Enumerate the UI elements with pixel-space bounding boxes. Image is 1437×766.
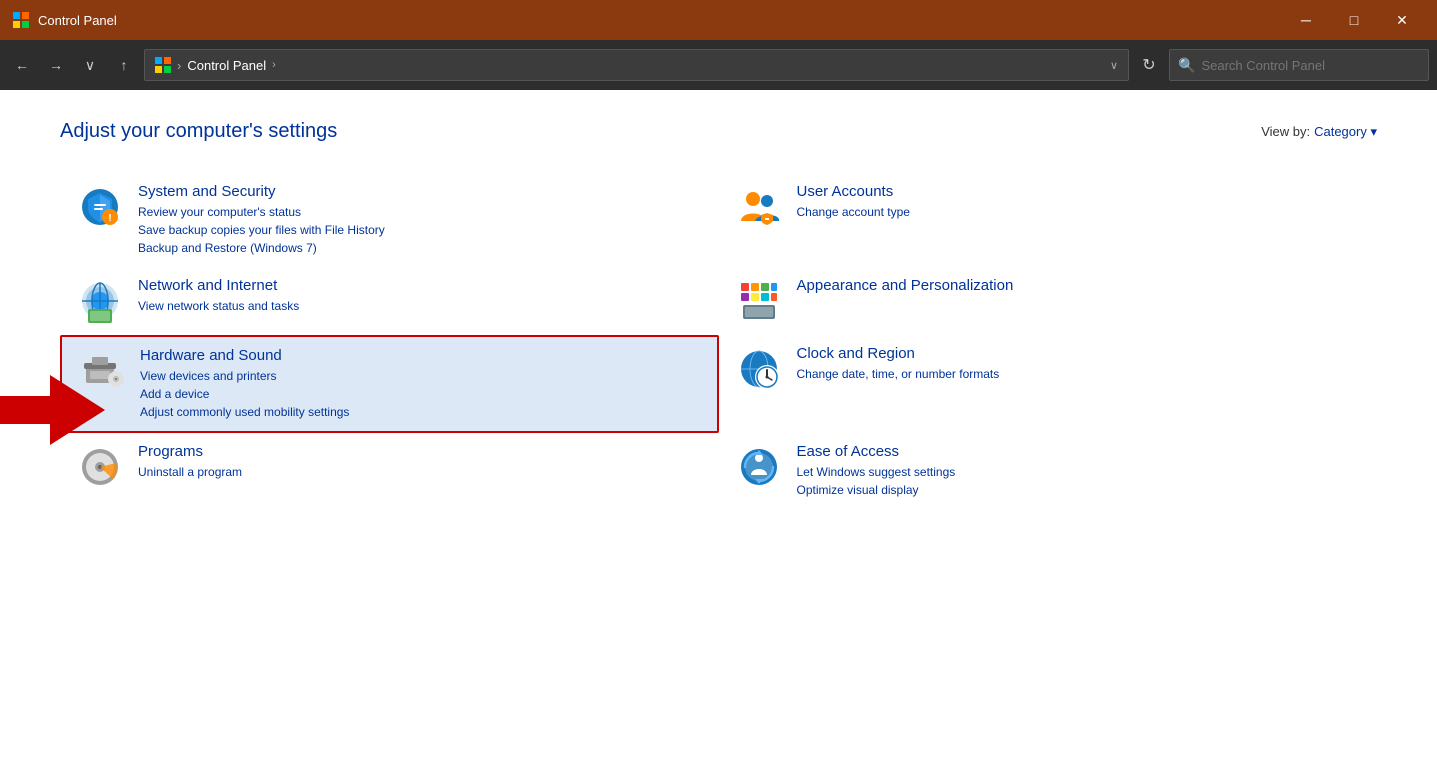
- arrow-head: [50, 375, 105, 445]
- user-accounts-icon: [735, 183, 783, 231]
- categories-grid: ! System and Security Review your comput…: [60, 173, 1377, 509]
- maximize-button[interactable]: □: [1331, 5, 1377, 35]
- viewby-dropdown[interactable]: Category ▾: [1314, 124, 1377, 140]
- close-button[interactable]: ✕: [1379, 5, 1425, 35]
- view-by-control: View by: Category ▾: [1261, 124, 1377, 140]
- recent-button[interactable]: ∨: [76, 51, 104, 79]
- user-accounts-link-1[interactable]: Change account type: [797, 203, 1362, 221]
- viewby-value: Category: [1314, 124, 1367, 139]
- ease-of-access-text: Ease of Access Let Windows suggest setti…: [797, 443, 1362, 499]
- category-system-security[interactable]: ! System and Security Review your comput…: [60, 173, 719, 267]
- breadcrumb-separator: ›: [177, 58, 181, 73]
- titlebar: Control Panel ─ □ ✕: [0, 0, 1437, 40]
- addressbar: ← → ∨ ↑ › Control Panel › ∨ ↻ 🔍: [0, 40, 1437, 90]
- main-content: Adjust your computer's settings View by:…: [0, 90, 1437, 766]
- breadcrumb-label: Control Panel: [187, 58, 266, 73]
- category-user-accounts[interactable]: User Accounts Change account type: [719, 173, 1378, 267]
- category-programs[interactable]: Programs Uninstall a program: [60, 433, 719, 509]
- hardware-sound-link-2[interactable]: Add a device: [140, 385, 701, 403]
- network-internet-icon: [76, 277, 124, 325]
- controlpanel-small-icon: [155, 57, 171, 73]
- clock-region-title[interactable]: Clock and Region: [797, 345, 1362, 362]
- viewby-label: View by:: [1261, 124, 1310, 139]
- window-controls: ─ □ ✕: [1283, 5, 1425, 35]
- programs-text: Programs Uninstall a program: [138, 443, 703, 481]
- ease-of-access-icon: [735, 443, 783, 491]
- viewby-chevron-icon: ▾: [1370, 124, 1377, 139]
- annotation-arrow: [0, 375, 105, 445]
- dropdown-chevron-icon[interactable]: ∨: [1110, 59, 1118, 72]
- hardware-sound-link-1[interactable]: View devices and printers: [140, 367, 701, 385]
- forward-button[interactable]: →: [42, 51, 70, 79]
- user-accounts-text: User Accounts Change account type: [797, 183, 1362, 221]
- hardware-sound-title[interactable]: Hardware and Sound: [140, 347, 701, 364]
- minimize-button[interactable]: ─: [1283, 5, 1329, 35]
- network-internet-text: Network and Internet View network status…: [138, 277, 703, 315]
- appearance-icon: [735, 277, 783, 325]
- hardware-sound-link-3[interactable]: Adjust commonly used mobility settings: [140, 403, 701, 421]
- appearance-title[interactable]: Appearance and Personalization: [797, 277, 1362, 294]
- system-security-link-3[interactable]: Backup and Restore (Windows 7): [138, 239, 703, 257]
- arrow-shaft: [0, 396, 50, 424]
- back-button[interactable]: ←: [8, 51, 36, 79]
- programs-icon: [76, 443, 124, 491]
- app-icon: [12, 11, 30, 29]
- breadcrumb-arrow: ›: [272, 59, 276, 71]
- user-accounts-title[interactable]: User Accounts: [797, 183, 1362, 200]
- up-button[interactable]: ↑: [110, 51, 138, 79]
- ease-of-access-link-1[interactable]: Let Windows suggest settings: [797, 463, 1362, 481]
- search-icon: 🔍: [1178, 57, 1195, 74]
- network-internet-title[interactable]: Network and Internet: [138, 277, 703, 294]
- clock-region-icon: [735, 345, 783, 393]
- appearance-text: Appearance and Personalization: [797, 277, 1362, 297]
- system-security-text: System and Security Review your computer…: [138, 183, 703, 257]
- ease-of-access-link-2[interactable]: Optimize visual display: [797, 481, 1362, 499]
- address-bar-box[interactable]: › Control Panel › ∨: [144, 49, 1129, 81]
- network-internet-link-1[interactable]: View network status and tasks: [138, 297, 703, 315]
- clock-region-link-1[interactable]: Change date, time, or number formats: [797, 365, 1362, 383]
- page-title: Adjust your computer's settings: [60, 120, 337, 143]
- programs-title[interactable]: Programs: [138, 443, 703, 460]
- category-network-internet[interactable]: Network and Internet View network status…: [60, 267, 719, 335]
- hardware-sound-text: Hardware and Sound View devices and prin…: [140, 347, 701, 421]
- clock-region-text: Clock and Region Change date, time, or n…: [797, 345, 1362, 383]
- app-title: Control Panel: [38, 13, 117, 28]
- page-header: Adjust your computer's settings View by:…: [60, 120, 1377, 143]
- refresh-button[interactable]: ↻: [1135, 51, 1163, 79]
- system-security-link-1[interactable]: Review your computer's status: [138, 203, 703, 221]
- category-ease-of-access[interactable]: Ease of Access Let Windows suggest setti…: [719, 433, 1378, 509]
- system-security-title[interactable]: System and Security: [138, 183, 703, 200]
- titlebar-left: Control Panel: [12, 11, 117, 29]
- ease-of-access-title[interactable]: Ease of Access: [797, 443, 1362, 460]
- search-input[interactable]: [1201, 58, 1420, 73]
- svg-text:!: !: [108, 213, 111, 224]
- category-appearance[interactable]: Appearance and Personalization: [719, 267, 1378, 335]
- system-security-icon: !: [76, 183, 124, 231]
- programs-link-1[interactable]: Uninstall a program: [138, 463, 703, 481]
- system-security-link-2[interactable]: Save backup copies your files with File …: [138, 221, 703, 239]
- category-hardware-sound[interactable]: Hardware and Sound View devices and prin…: [60, 335, 719, 433]
- search-box[interactable]: 🔍: [1169, 49, 1429, 81]
- category-clock-region[interactable]: Clock and Region Change date, time, or n…: [719, 335, 1378, 433]
